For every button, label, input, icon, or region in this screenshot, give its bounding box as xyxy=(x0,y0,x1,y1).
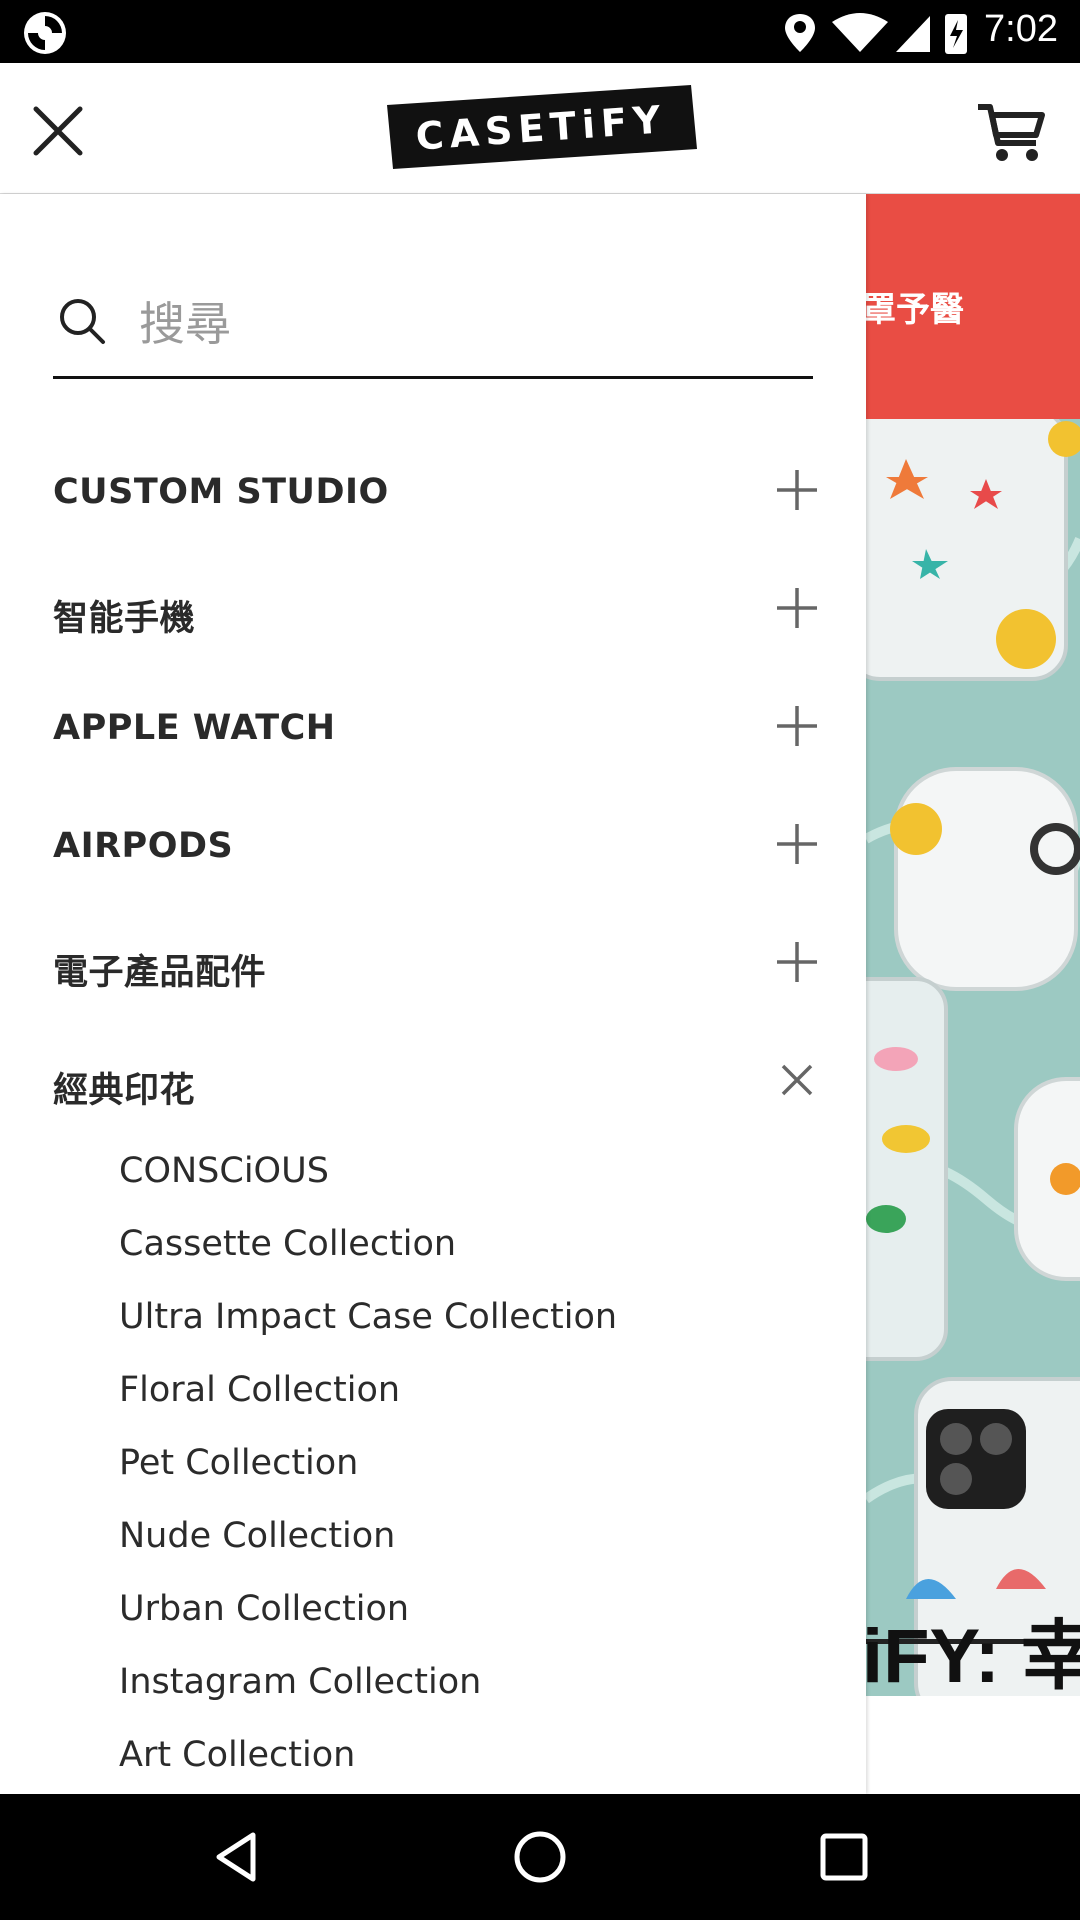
menu-item-smartphones[interactable]: 智能手機 xyxy=(53,552,819,670)
menu-item-airpods[interactable]: AIRPODS xyxy=(53,788,819,906)
promo-banner[interactable]: 罩予醫 xyxy=(866,194,1080,419)
app-notification-icon xyxy=(24,12,66,54)
submenu-item[interactable]: Floral Collection xyxy=(119,1365,819,1438)
category-menu: CUSTOM STUDIO 智能手機 APPLE WATCH AIRPODS 電… xyxy=(53,434,819,1142)
menu-item-classic-prints[interactable]: 經典印花 xyxy=(53,1024,819,1142)
submenu-item[interactable]: Cassette Collection xyxy=(119,1219,819,1292)
casetify-logo[interactable]: CASETiFY xyxy=(385,85,699,169)
recents-icon[interactable] xyxy=(814,1827,874,1887)
submenu-item[interactable]: CONSCiOUS xyxy=(119,1146,819,1219)
system-navigation-bar xyxy=(0,1794,1080,1920)
clock: 7:02 xyxy=(984,8,1058,50)
submenu-item[interactable]: Ultra Impact Case Collection xyxy=(119,1292,819,1365)
expand-plus-icon[interactable] xyxy=(775,704,819,748)
submenu-item[interactable]: Nude Collection xyxy=(119,1511,819,1584)
submenu-item[interactable]: Instagram Collection xyxy=(119,1657,819,1730)
menu-item-label: CUSTOM STUDIO xyxy=(53,472,389,512)
menu-item-label: 經典印花 xyxy=(53,1071,196,1111)
submenu-item[interactable]: Urban Collection xyxy=(119,1584,819,1657)
menu-item-label: 電子產品配件 xyxy=(53,953,267,993)
app-header: CASETiFY xyxy=(0,63,1080,194)
navigation-drawer: CUSTOM STUDIO 智能手機 APPLE WATCH AIRPODS 電… xyxy=(0,194,866,1794)
menu-item-label: APPLE WATCH xyxy=(53,708,336,748)
cart-icon[interactable] xyxy=(976,101,1046,165)
hero-image[interactable] xyxy=(866,419,1080,1696)
menu-item-apple-watch[interactable]: APPLE WATCH xyxy=(53,670,819,788)
background-heading: iFY: 幸 xyxy=(866,1614,1080,1699)
menu-item-label: AIRPODS xyxy=(53,826,234,866)
classic-prints-submenu: CONSCiOUS Cassette Collection Ultra Impa… xyxy=(119,1146,819,1794)
submenu-item[interactable]: Pet Collection xyxy=(119,1438,819,1511)
search-icon[interactable] xyxy=(57,296,107,346)
home-icon[interactable] xyxy=(510,1827,570,1887)
menu-item-label: 智能手機 xyxy=(53,599,196,639)
menu-item-custom-studio[interactable]: CUSTOM STUDIO xyxy=(53,434,819,552)
expand-plus-icon[interactable] xyxy=(775,822,819,866)
search-bar xyxy=(53,282,813,379)
search-input[interactable] xyxy=(137,286,801,362)
back-icon[interactable] xyxy=(207,1827,267,1887)
submenu-item[interactable]: Art Collection xyxy=(119,1730,819,1794)
expand-plus-icon[interactable] xyxy=(775,586,819,630)
expand-plus-icon[interactable] xyxy=(775,468,819,512)
background-page: 罩予醫 iFY: 幸 xyxy=(866,194,1080,1794)
close-icon[interactable] xyxy=(30,103,86,159)
status-bar: 7:02 xyxy=(0,0,1080,63)
collapse-close-icon[interactable] xyxy=(775,1058,819,1102)
menu-item-electronics-accessories[interactable]: 電子產品配件 xyxy=(53,906,819,1024)
expand-plus-icon[interactable] xyxy=(775,940,819,984)
promo-text: 罩予醫 xyxy=(866,290,964,330)
